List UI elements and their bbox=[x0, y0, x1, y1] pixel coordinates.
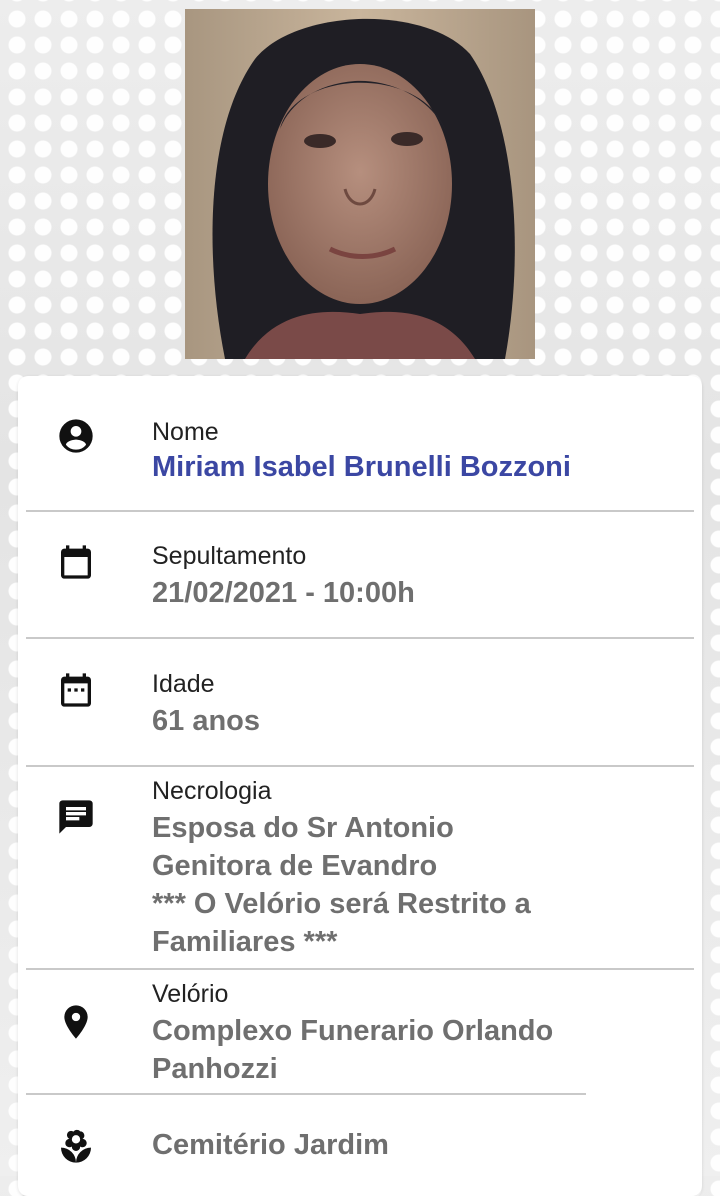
divider bbox=[26, 765, 694, 767]
field-label: Sepultamento bbox=[152, 542, 307, 570]
burial-datetime: 21/02/2021 - 10:00h bbox=[152, 577, 415, 609]
field-label: Velório bbox=[152, 980, 229, 1008]
location-pin-icon bbox=[56, 1002, 96, 1042]
obituary-text: Esposa do Sr Antonio Genitora de Evandro… bbox=[152, 809, 622, 961]
field-label: Nome bbox=[152, 418, 219, 446]
account-circle-icon bbox=[56, 416, 96, 456]
obituary-line: Familiares *** bbox=[152, 926, 338, 958]
cemetery-name: Cemitério Jardim bbox=[152, 1129, 389, 1161]
deceased-photo bbox=[185, 9, 535, 359]
divider bbox=[26, 968, 694, 970]
obituary-line: Esposa do Sr Antonio bbox=[152, 812, 454, 844]
flower-icon bbox=[56, 1126, 96, 1166]
obituary-line: *** O Velório será Restrito a bbox=[152, 888, 531, 920]
wake-location-line: Panhozzi bbox=[152, 1053, 278, 1085]
obituary-line: Genitora de Evandro bbox=[152, 850, 438, 882]
calendar-dots-icon bbox=[56, 670, 96, 710]
deceased-name: Miriam Isabel Brunelli Bozzoni bbox=[152, 451, 571, 483]
divider bbox=[26, 1093, 586, 1095]
obituary-card: Nome Miriam Isabel Brunelli Bozzoni Sepu… bbox=[18, 376, 702, 1196]
wake-location-line: Complexo Funerario Orlando bbox=[152, 1015, 554, 1047]
age-value: 61 anos bbox=[152, 705, 260, 737]
field-label: Idade bbox=[152, 670, 215, 698]
divider bbox=[26, 637, 694, 639]
calendar-icon bbox=[56, 542, 96, 582]
field-label: Necrologia bbox=[152, 777, 272, 805]
divider bbox=[26, 510, 694, 512]
wake-location: Complexo Funerario Orlando Panhozzi bbox=[152, 1012, 622, 1088]
message-icon bbox=[56, 797, 96, 837]
